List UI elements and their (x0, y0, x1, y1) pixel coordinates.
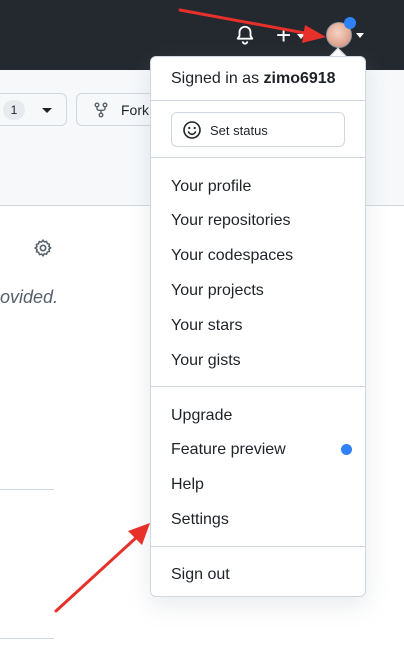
chevron-down-icon[interactable] (42, 108, 52, 113)
chevron-down-icon (297, 33, 306, 39)
menu-divider (151, 100, 365, 101)
repo-description: ovided. (0, 287, 59, 307)
watch-count-badge: 1 (3, 100, 25, 120)
menu-item-feature-preview[interactable]: Feature preview (171, 441, 286, 459)
set-status-button[interactable]: Set status (171, 112, 345, 147)
smiley-icon (183, 121, 201, 139)
bell-icon[interactable] (234, 24, 256, 46)
feature-preview-dot (341, 444, 352, 455)
divider (0, 489, 54, 490)
create-new-button[interactable]: + (276, 20, 306, 50)
chevron-down-icon[interactable] (356, 33, 364, 38)
menu-item-settings[interactable]: Settings (171, 511, 229, 529)
username: zimo6918 (263, 70, 336, 87)
signed-in-text: Signed in as zimo6918 (171, 70, 336, 88)
set-status-label: Set status (210, 123, 268, 138)
gear-icon[interactable] (33, 238, 53, 258)
menu-item-upgrade[interactable]: Upgrade (171, 407, 232, 425)
menu-item-help[interactable]: Help (171, 476, 204, 494)
menu-item-sign-out[interactable]: Sign out (171, 566, 230, 584)
menu-item-your-gists[interactable]: Your gists (171, 352, 241, 370)
menu-item-your-projects[interactable]: Your projects (171, 282, 264, 300)
annotation-arrow-settings (54, 523, 150, 613)
signed-in-prefix: Signed in as (171, 70, 264, 87)
menu-item-your-profile[interactable]: Your profile (171, 178, 251, 196)
menu-item-your-repositories[interactable]: Your repositories (171, 212, 290, 230)
user-menu-dropdown: Signed in as zimo6918 Set status Your pr… (150, 56, 366, 597)
menu-divider (151, 546, 365, 547)
divider (0, 638, 54, 639)
menu-divider (151, 157, 365, 158)
notification-dot (344, 17, 356, 29)
menu-divider (151, 386, 365, 387)
watch-button[interactable]: 1 (0, 93, 67, 126)
fork-label: Fork (121, 102, 149, 118)
fork-icon (94, 102, 108, 118)
plus-icon: + (276, 20, 292, 50)
menu-item-your-stars[interactable]: Your stars (171, 317, 242, 335)
menu-item-your-codespaces[interactable]: Your codespaces (171, 247, 293, 265)
